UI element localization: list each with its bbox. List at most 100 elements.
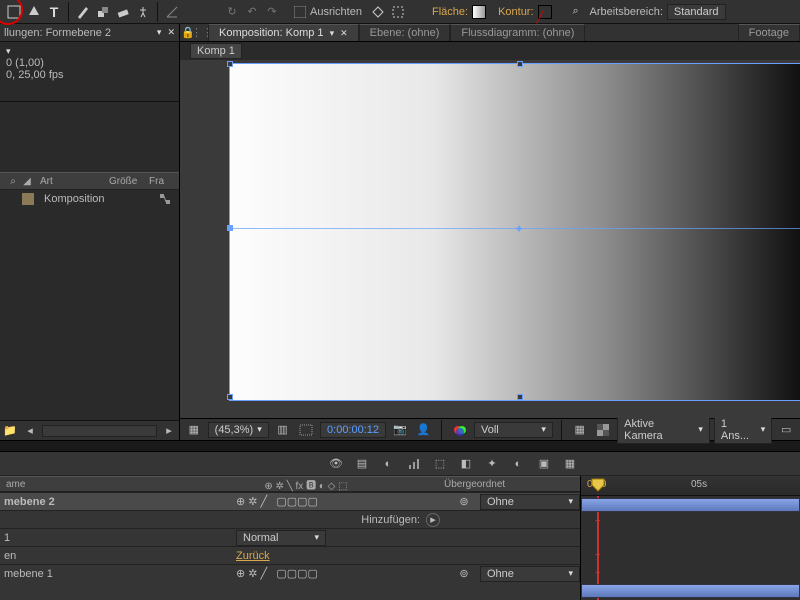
pickwhip-icon[interactable]: ⊚ [454, 564, 474, 584]
hscroll[interactable] [42, 425, 157, 437]
tag-icon[interactable]: ◢ [20, 171, 34, 191]
tab-footage[interactable]: Footage [738, 24, 800, 41]
tab-layer[interactable]: Ebene: (ohne) [359, 24, 451, 41]
tab-flowchart[interactable]: Flussdiagramm: (ohne) [450, 24, 585, 41]
table-row[interactable]: Hinzufügen: ▸ [0, 510, 580, 528]
layer-name: mebene 2 [4, 496, 64, 508]
tab-close-icon[interactable]: ✕ [340, 28, 348, 39]
layer-name: en [4, 550, 64, 562]
grid-button-icon[interactable]: ▦ [570, 420, 590, 440]
pen-tool-icon[interactable] [24, 2, 44, 22]
keyframe-icon[interactable]: ⫟ [595, 568, 601, 579]
handle-bl[interactable] [227, 394, 233, 400]
col-modes: fx [296, 481, 304, 492]
add-button-icon[interactable]: ▸ [426, 513, 440, 527]
col-type[interactable]: Art [34, 176, 109, 187]
view-mode-value: Voll [481, 424, 499, 436]
handle-tc[interactable] [517, 61, 523, 67]
stroke-swatch[interactable]: ╱ [538, 5, 552, 19]
magnify-icon[interactable]: ▦ [184, 420, 204, 440]
brush-tool-icon[interactable] [73, 2, 93, 22]
col-name[interactable]: ame [6, 479, 76, 490]
add-label: Hinzufügen: [361, 514, 420, 526]
axis-tool-icon[interactable] [162, 2, 182, 22]
bin-left-icon[interactable]: ◂ [20, 421, 40, 441]
views-dropdown[interactable]: 1 Ans...▾ [714, 416, 772, 444]
table-row[interactable]: en Zurück [0, 546, 580, 564]
bin-right-icon[interactable]: ▸ [159, 421, 179, 441]
tl-3d-icon[interactable]: ⬚ [430, 454, 450, 474]
fill-swatch[interactable] [472, 5, 486, 19]
text-tool-icon[interactable]: T [44, 2, 64, 22]
snap-vertex-icon[interactable] [368, 2, 388, 22]
eraser-tool-icon[interactable] [113, 2, 133, 22]
tl-fx-icon[interactable]: ✦ [482, 454, 502, 474]
panel-grip-icon[interactable]: ⋮⋮ [196, 23, 208, 43]
blend-mode-dropdown[interactable]: Normal▾ [236, 530, 326, 546]
col-fr[interactable]: Fra [149, 176, 173, 187]
tl-shy-icon[interactable]: 👁 [326, 454, 346, 474]
col-size[interactable]: Größe [109, 176, 149, 187]
composition-icon [18, 189, 38, 209]
layer-bar[interactable] [581, 584, 800, 598]
layer-bar[interactable] [581, 498, 800, 512]
folder-icon[interactable]: 📁 [0, 421, 20, 441]
table-row[interactable]: mebene 2 ⊕ ✲ ╱ ▢▢▢▢ ⊚ Ohne▾ [0, 492, 580, 510]
keyframe-icon[interactable]: ⫟ [595, 516, 601, 527]
show-snapshot-icon[interactable]: 👤 [414, 420, 434, 440]
project-item[interactable]: Komposition [0, 190, 179, 208]
parent-dropdown[interactable]: Ohne▾ [480, 494, 580, 510]
safe-zones-icon[interactable] [296, 420, 316, 440]
tl-adjustment-icon[interactable]: ◐ [508, 454, 528, 474]
comp-breadcrumb[interactable]: Komp 1 [190, 43, 242, 59]
transparency-grid-icon[interactable] [594, 420, 614, 440]
rotate-icon[interactable]: ↻ [222, 2, 242, 22]
tl-lock-icon[interactable]: ▦ [560, 454, 580, 474]
table-row[interactable]: mebene 1 ⊕ ✲ ╱ ▢▢▢▢ ⊚ Ohne▾ [0, 564, 580, 582]
timeline-tracks[interactable]: ⫟ ⫟ ⫟ [581, 496, 800, 600]
channels-icon[interactable] [450, 420, 470, 440]
composition-canvas[interactable]: ✦ [180, 60, 800, 418]
project-item-label: Komposition [44, 193, 105, 205]
tl-graph-icon[interactable] [404, 454, 424, 474]
undo-icon[interactable]: ↶ [242, 2, 262, 22]
resolution-icon[interactable]: ▥ [273, 420, 293, 440]
keyframe-icon[interactable]: ⫟ [595, 550, 601, 561]
col-parent[interactable]: Übergeordnet [444, 479, 574, 490]
panel-close-icon[interactable]: ✕ [167, 27, 175, 38]
snapshot-icon[interactable]: 📷 [390, 420, 410, 440]
align-checkbox-icon[interactable] [290, 2, 310, 22]
timecode[interactable]: 0:00:00:12 [320, 422, 386, 438]
align-label: Ausrichten [310, 6, 362, 18]
tl-frame-blend-icon[interactable]: ▤ [352, 454, 372, 474]
proj-disclosure-icon[interactable]: ▾ [6, 46, 173, 57]
parent-dropdown[interactable]: Ohne▾ [480, 566, 580, 582]
layer-name: 1 [4, 532, 64, 544]
parent-value: Ohne [487, 496, 514, 508]
snap-pixel-icon[interactable] [388, 2, 408, 22]
cti-head-icon[interactable] [591, 478, 605, 495]
tl-solo-icon[interactable]: ▣ [534, 454, 554, 474]
tab-dropdown-icon[interactable]: ▾ [330, 28, 335, 39]
handle-bc[interactable] [517, 394, 523, 400]
tab-composition[interactable]: Komposition: Komp 1 ▾ ✕ [208, 24, 359, 41]
view-mode-dropdown[interactable]: Voll▾ [474, 422, 553, 438]
search-icon[interactable]: ⌕ [6, 171, 20, 191]
table-row[interactable]: 1 Normal▾ [0, 528, 580, 546]
pickwhip-icon[interactable]: ⊚ [454, 492, 474, 512]
tl-quality-icon[interactable]: ◧ [456, 454, 476, 474]
handle-tl[interactable] [227, 61, 233, 67]
panel-menu-icon[interactable]: ▾ [157, 27, 162, 38]
pixel-aspect-icon[interactable]: ▭ [776, 420, 796, 440]
item-flow-icon[interactable] [155, 189, 175, 209]
zoom-dropdown[interactable]: (45,3%)▾ [208, 422, 269, 438]
tl-motion-blur-icon[interactable]: ◐ [378, 454, 398, 474]
workspace-dropdown[interactable]: Standard [667, 4, 726, 20]
puppet-tool-icon[interactable] [133, 2, 153, 22]
workspace-search-icon[interactable]: ⌕ [566, 2, 586, 22]
redo-icon[interactable]: ↷ [262, 2, 282, 22]
camera-dropdown[interactable]: Aktive Kamera▾ [617, 416, 710, 444]
reset-link[interactable]: Zurück [236, 550, 270, 562]
anchor-icon[interactable]: ✦ [514, 222, 524, 236]
clone-tool-icon[interactable] [93, 2, 113, 22]
